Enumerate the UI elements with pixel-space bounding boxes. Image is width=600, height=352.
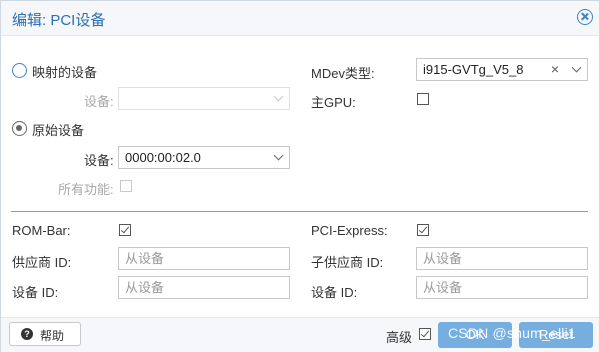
subdevice-id-label: 设备 ID: [311,285,358,300]
advanced-checkbox[interactable] [419,328,431,340]
primary-gpu-label: 主GPU: [311,95,356,110]
chevron-down-icon[interactable] [571,62,582,73]
mdev-type-value: i915-GVTg_V5_8 [423,62,524,77]
subvendor-id-input[interactable] [417,248,587,269]
all-functions-label: 所有功能: [58,182,114,197]
rom-bar-label: ROM-Bar: [12,223,71,238]
section-divider [11,211,588,212]
subdevice-id-input[interactable] [417,277,587,298]
device-id-field[interactable] [118,276,290,299]
raw-device-field-label: 设备: [84,153,114,168]
mapped-device-field-label: 设备: [84,94,114,109]
subvendor-id-field[interactable] [416,247,588,270]
chevron-down-icon[interactable] [273,91,284,102]
dialog-title: 编辑: PCI设备 [12,12,106,29]
question-circle-icon: ? [21,328,33,340]
mapped-device-label: 映射的设备 [32,65,98,80]
device-id-label: 设备 ID: [12,285,59,300]
mdev-type-label: MDev类型: [311,66,375,81]
subdevice-id-field[interactable] [416,276,588,299]
subvendor-id-label: 子供应商 ID: [311,255,384,270]
chevron-down-icon[interactable] [273,150,284,161]
all-functions-checkbox[interactable] [120,180,132,192]
raw-device-value: 0000:00:02.0 [125,150,201,165]
device-id-input[interactable] [119,277,289,298]
raw-device-radio[interactable] [12,121,27,136]
help-button-label: 帮助 [40,329,65,343]
pci-express-checkbox[interactable] [417,224,429,236]
raw-device-label: 原始设备 [32,123,85,138]
vendor-id-field[interactable] [118,247,290,270]
advanced-label: 高级 [386,330,413,345]
mapped-device-radio[interactable] [12,63,27,78]
edit-pci-device-dialog: 编辑: PCI设备 映射的设备 设备: 原始设备 设备: 0000:00:02.… [0,0,600,352]
vendor-id-label: 供应商 ID: [12,255,72,270]
primary-gpu-checkbox[interactable] [417,93,429,105]
clear-icon[interactable]: × [551,61,559,77]
rom-bar-checkbox[interactable] [119,224,131,236]
raw-device-select[interactable]: 0000:00:02.0 [118,146,290,169]
watermark: CSDN @shum_elli1 [448,325,576,341]
close-icon[interactable] [577,9,593,25]
vendor-id-input[interactable] [119,248,289,269]
help-button[interactable]: ? 帮助 [9,322,81,346]
mdev-type-select[interactable]: i915-GVTg_V5_8 × [416,58,588,81]
title-bar: 编辑: PCI设备 [1,1,599,36]
pci-express-label: PCI-Express: [311,223,388,238]
mapped-device-select[interactable] [118,87,290,110]
